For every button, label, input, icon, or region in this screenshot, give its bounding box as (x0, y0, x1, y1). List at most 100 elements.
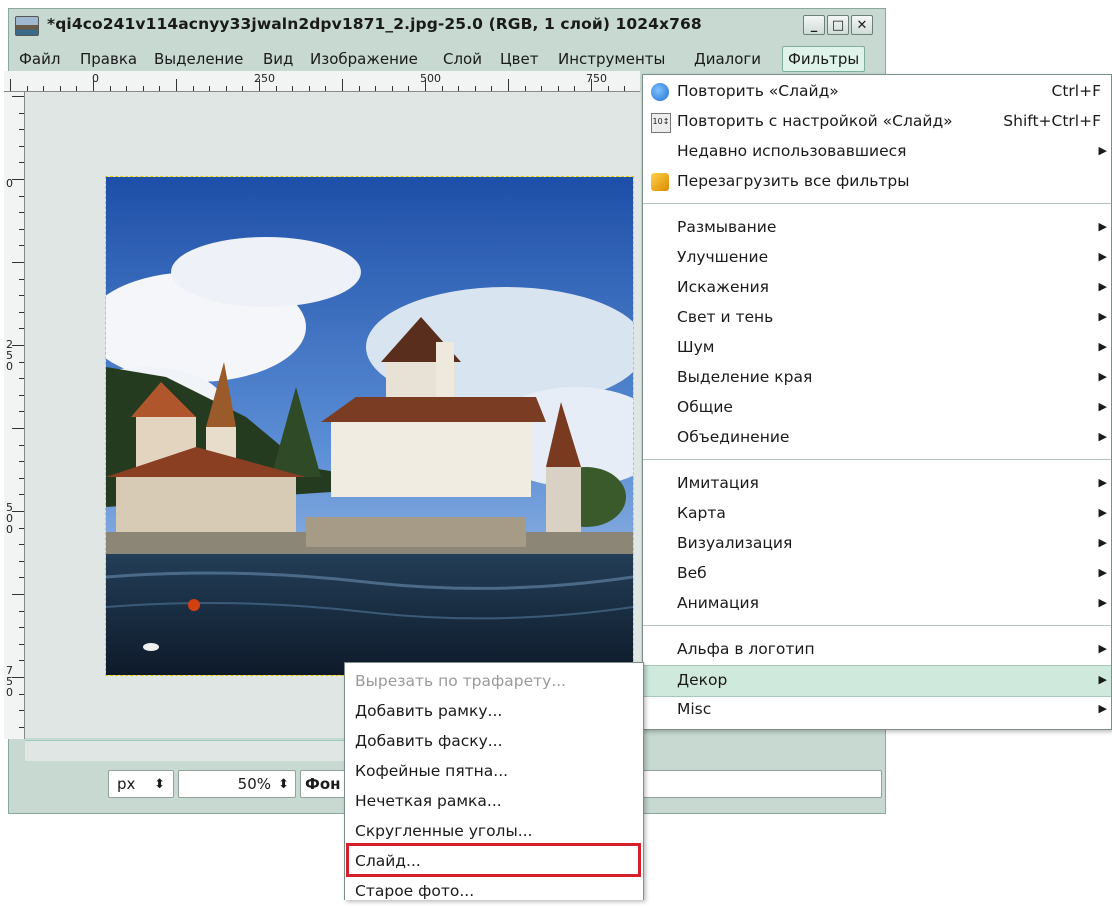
ruler-tick (10, 79, 11, 91)
repeat-icon (651, 83, 669, 101)
maximize-button[interactable]: □ (827, 15, 849, 35)
ruler-tick (19, 627, 24, 629)
horizontal-ruler[interactable]: 0 250 500 750 (4, 71, 640, 92)
ruler-tick (242, 86, 244, 91)
unit-selector[interactable]: px ⬍ (108, 770, 174, 798)
menu-item-distorts[interactable]: Искажения ▶ (643, 273, 1111, 303)
menu-item-map[interactable]: Карта ▶ (643, 499, 1111, 529)
menu-separator (643, 625, 1111, 626)
menu-item-light-shadow[interactable]: Свет и тень ▶ (643, 303, 1111, 333)
menu-item-reload-filters[interactable]: Перезагрузить все фильтры (643, 167, 1111, 197)
submenu-arrow-icon: ▶ (1098, 702, 1107, 715)
menu-tools[interactable]: Инструменты (558, 50, 665, 68)
menu-item-noise[interactable]: Шум ▶ (643, 333, 1111, 363)
ruler-tick (93, 79, 94, 91)
ruler-tick (192, 86, 194, 91)
ruler-tick (19, 544, 24, 546)
menu-file[interactable]: Файл (19, 50, 60, 68)
close-button[interactable]: ✕ (851, 15, 873, 35)
menu-item-label: Повторить с настройкой «Слайд» (677, 112, 953, 130)
ruler-tick (19, 145, 24, 147)
menu-item-label: Misc (677, 700, 712, 718)
ruler-tick (458, 86, 460, 91)
menu-item-reshow[interactable]: 10↕ Повторить с настройкой «Слайд» Shift… (643, 107, 1111, 137)
menu-item-label: Недавно использовавшиеся (677, 142, 907, 160)
title-bar[interactable]: *qi4co241v114acnyy33jwaln2dpv1871_2.jpg-… (9, 9, 885, 41)
menu-item-shortcut: Ctrl+F (1051, 82, 1101, 100)
menu-item-animation[interactable]: Анимация ▶ (643, 589, 1111, 619)
ruler-tick (541, 86, 543, 91)
menu-item-coffee-stain[interactable]: Кофейные пятна... (345, 757, 643, 787)
menu-item-recent[interactable]: Недавно использовавшиеся ▶ (643, 137, 1111, 167)
ruler-tick (19, 726, 24, 728)
ruler-tick (59, 86, 61, 91)
zoom-value: 50% (237, 775, 271, 793)
menu-edit[interactable]: Правка (80, 50, 137, 68)
menu-item-alpha-to-logo[interactable]: Альфа в логотип ▶ (643, 635, 1111, 665)
ruler-tick (19, 212, 24, 214)
ruler-tick (19, 112, 24, 114)
menu-item-fuzzy-border[interactable]: Нечеткая рамка... (345, 787, 643, 817)
menu-item-generic[interactable]: Общие ▶ (643, 393, 1111, 423)
menu-item-enhance[interactable]: Улучшение ▶ (643, 243, 1111, 273)
menu-item-decor[interactable]: Декор ▶ (643, 665, 1111, 697)
ruler-tick (19, 245, 24, 247)
menu-dialogs[interactable]: Диалоги (694, 50, 761, 68)
submenu-arrow-icon: ▶ (1098, 144, 1107, 157)
zoom-selector[interactable]: 50% ⬍ (178, 770, 296, 798)
ruler-tick (607, 86, 609, 91)
menu-image[interactable]: Изображение (310, 50, 418, 68)
menu-item-old-photo[interactable]: Старое фото... (345, 877, 643, 907)
submenu-arrow-icon: ▶ (1098, 476, 1107, 489)
ruler-tick (508, 79, 509, 91)
ruler-tick (12, 179, 24, 180)
submenu-arrow-icon: ▶ (1098, 400, 1107, 413)
menu-select[interactable]: Выделение (154, 50, 243, 68)
ruler-tick (19, 444, 24, 446)
ruler-h-label: 250 (254, 72, 275, 85)
ruler-tick (19, 527, 24, 529)
ruler-tick (19, 710, 24, 712)
ruler-tick (109, 86, 111, 91)
menu-layer[interactable]: Слой (443, 50, 482, 68)
submenu-arrow-icon: ▶ (1098, 310, 1107, 323)
ruler-tick (19, 577, 24, 579)
ruler-tick (375, 86, 377, 91)
menu-item-render[interactable]: Визуализация ▶ (643, 529, 1111, 559)
spin-arrows-icon: ⬍ (154, 776, 165, 792)
submenu-arrow-icon: ▶ (1098, 340, 1107, 353)
ruler-tick (26, 86, 28, 91)
menu-item-misc[interactable]: Misc ▶ (643, 695, 1111, 725)
ruler-tick (425, 79, 426, 91)
menu-separator (643, 459, 1111, 460)
ruler-tick (12, 594, 24, 595)
menu-item-stencil-carve[interactable]: Вырезать по трафарету... (345, 667, 643, 697)
ruler-tick (12, 428, 24, 429)
ruler-tick (19, 228, 24, 230)
menu-item-artistic[interactable]: Имитация ▶ (643, 469, 1111, 499)
menu-item-label: Общие (677, 398, 733, 416)
menu-item-label: Альфа в логотип (677, 640, 815, 658)
image-canvas[interactable] (105, 176, 634, 676)
menu-item-add-border[interactable]: Добавить рамку... (345, 697, 643, 727)
castle-photo (106, 177, 633, 675)
ruler-tick (591, 79, 592, 91)
ruler-tick (159, 86, 161, 91)
menu-filters[interactable]: Фильтры (782, 46, 866, 72)
ruler-tick (225, 86, 227, 91)
menu-item-web[interactable]: Веб ▶ (643, 559, 1111, 589)
menu-item-combine[interactable]: Объединение ▶ (643, 423, 1111, 453)
menu-view[interactable]: Вид (263, 50, 293, 68)
menu-item-label: Кофейные пятна... (355, 762, 509, 780)
menu-item-blur[interactable]: Размывание ▶ (643, 213, 1111, 243)
ruler-tick (12, 511, 24, 512)
menu-item-edge-detect[interactable]: Выделение края ▶ (643, 363, 1111, 393)
menu-item-repeat[interactable]: Повторить «Слайд» Ctrl+F (643, 77, 1111, 107)
menu-item-add-bevel[interactable]: Добавить фаску... (345, 727, 643, 757)
slide-highlight-outline (346, 843, 641, 877)
vertical-ruler[interactable]: 0 250 500 750 (4, 92, 25, 739)
minimize-button[interactable]: _ (803, 15, 825, 35)
ruler-tick (491, 86, 493, 91)
menu-color[interactable]: Цвет (500, 50, 538, 68)
menu-item-label: Размывание (677, 218, 777, 236)
